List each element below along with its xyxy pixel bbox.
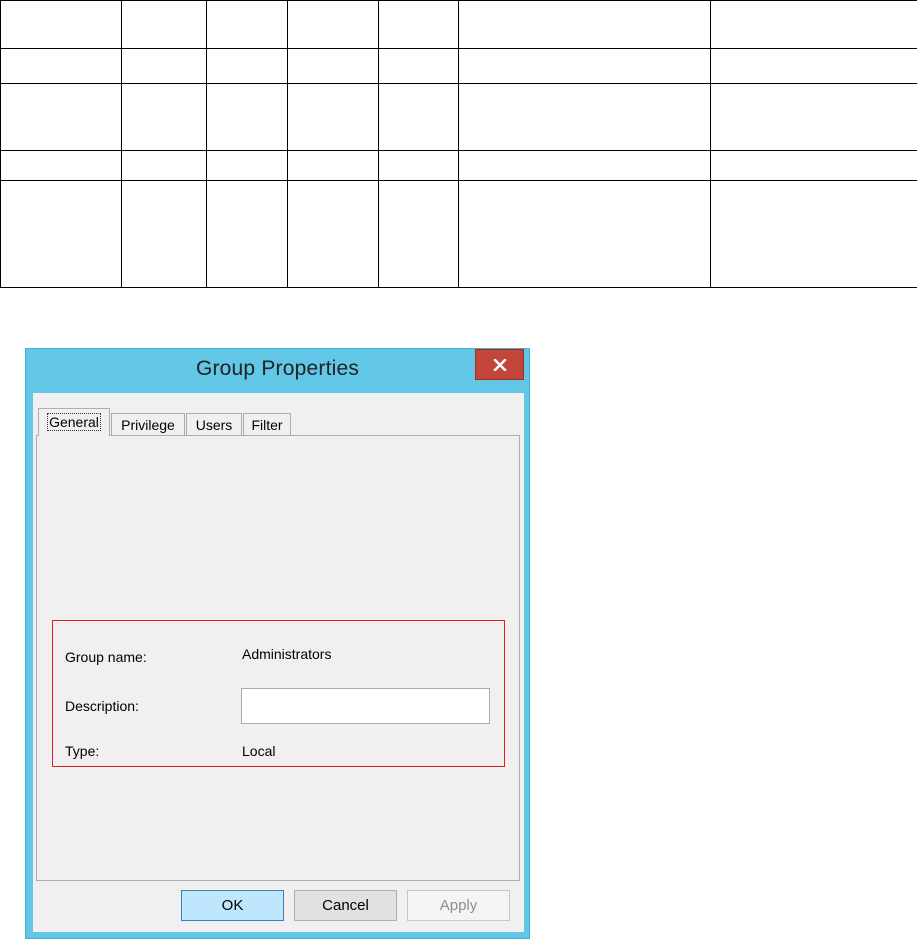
close-button[interactable] [475, 349, 524, 380]
tab-users[interactable]: Users [186, 413, 242, 436]
table-row [0, 180, 917, 288]
table-row [0, 48, 917, 84]
ok-button[interactable]: OK [181, 890, 284, 921]
table-row [0, 150, 917, 181]
tab-privilege-label: Privilege [121, 417, 175, 433]
cancel-button[interactable]: Cancel [294, 890, 397, 921]
description-field[interactable] [241, 688, 490, 724]
table-row [0, 83, 917, 151]
description-label: Description: [65, 698, 139, 714]
apply-button[interactable]: Apply [407, 890, 510, 921]
table-row [0, 0, 917, 49]
type-value: Local [242, 743, 276, 759]
group-name-label: Group name: [65, 649, 147, 665]
tab-general[interactable]: General [38, 408, 110, 436]
tab-filter[interactable]: Filter [243, 413, 291, 436]
tab-privilege[interactable]: Privilege [111, 413, 185, 436]
group-properties-dialog: Group Properties General Privilege Users… [25, 348, 530, 939]
tab-users-label: Users [195, 417, 233, 433]
dialog-title: Group Properties [195, 357, 360, 380]
tab-general-label: General [47, 413, 101, 431]
dialog-client-area: General Privilege Users Filter Group nam… [33, 393, 524, 932]
group-name-value: Administrators [242, 646, 332, 662]
type-label: Type: [65, 743, 100, 759]
close-icon [493, 358, 506, 371]
general-tab-panel: Group name: Administrators Description: … [36, 435, 520, 881]
tab-filter-label: Filter [251, 417, 283, 433]
empty-table [0, 0, 917, 288]
